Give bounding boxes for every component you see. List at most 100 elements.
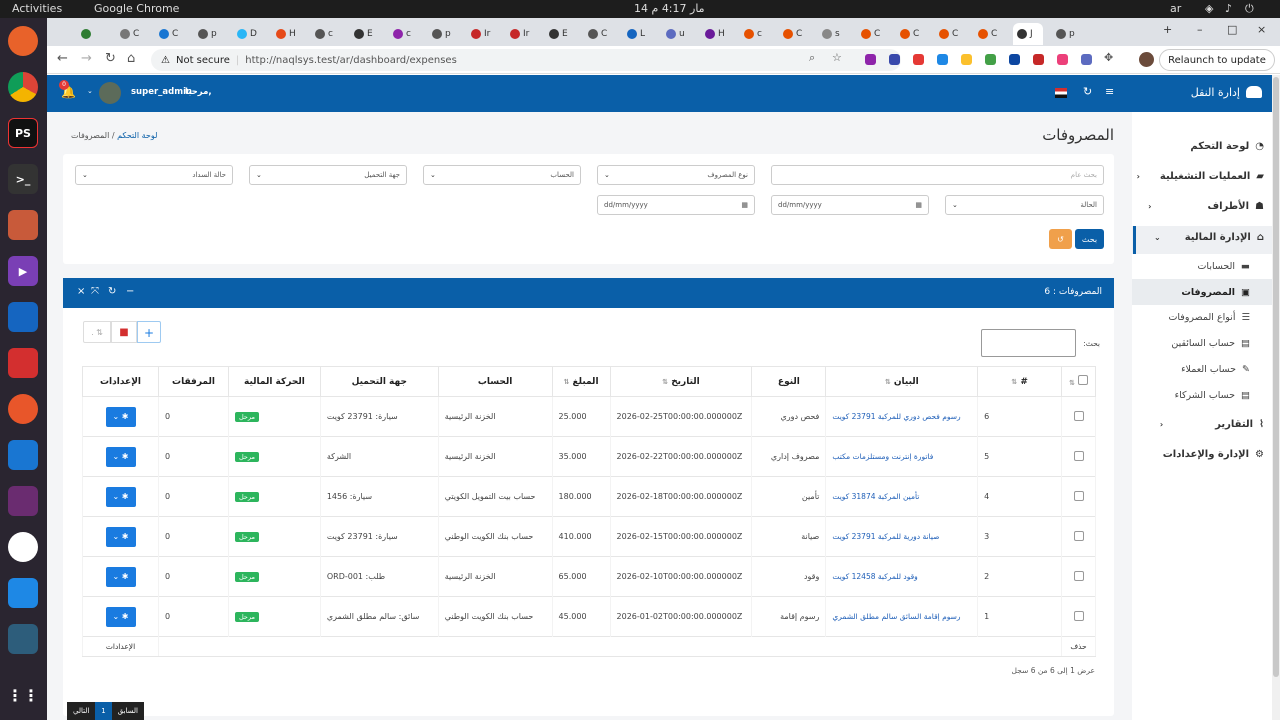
reload-icon[interactable]: ↻ — [105, 51, 116, 66]
browser-tab[interactable]: p — [428, 23, 458, 45]
desc-link[interactable]: رسوم إقامة السائق سالم مطلق الشمري — [832, 612, 960, 621]
wifi-icon[interactable]: ◈ — [1205, 2, 1213, 15]
postman-icon[interactable] — [8, 394, 38, 424]
back-icon[interactable]: ← — [57, 51, 68, 66]
media-icon[interactable]: ▶ — [8, 256, 38, 286]
apps-grid-icon[interactable]: ⋮⋮ — [7, 680, 39, 710]
row-checkbox[interactable] — [1073, 410, 1084, 421]
extension-icon[interactable] — [985, 54, 996, 65]
profile-avatar[interactable] — [1139, 52, 1154, 67]
column-header[interactable]: الإعدادات — [81, 366, 160, 397]
table-row[interactable]: 6 رسوم فحص دوري للمركبة 23791 كويت فحص د… — [81, 396, 1096, 437]
zoom-icon[interactable]: ⌕ — [809, 51, 815, 65]
pager-next[interactable]: التالي — [67, 702, 96, 720]
sidebar-item-admin[interactable]: ⚙ الإدارة والإعدادات — [1163, 449, 1264, 460]
browser-tab[interactable]: C — [155, 23, 185, 45]
reset-button[interactable]: ↺ — [1049, 229, 1072, 249]
new-tab-button[interactable]: + — [1163, 23, 1172, 36]
browser-tab[interactable]: C — [974, 23, 1004, 45]
extensions-puzzle-icon[interactable]: ✥ — [1104, 51, 1113, 64]
browser-tab[interactable]: D — [233, 23, 263, 45]
phpstorm-icon[interactable]: PS — [8, 118, 38, 148]
delete-button[interactable]: ■ — [111, 321, 137, 343]
browser-tab[interactable]: s — [818, 23, 848, 45]
sidebar-sub-drivers-account[interactable]: ▤ حساب السائقين — [1171, 338, 1250, 349]
sidebar-sub-expenses[interactable]: ▣ المصروفات — [1181, 287, 1250, 298]
table-row[interactable]: 1 رسوم إقامة السائق سالم مطلق الشمري رسو… — [81, 596, 1096, 637]
sidebar-sub-accounts[interactable]: ▬ الحسابات — [1197, 261, 1250, 272]
browser-tab[interactable] — [77, 23, 107, 45]
page-scrollbar[interactable] — [1272, 75, 1280, 720]
firefox-icon[interactable] — [8, 26, 38, 56]
browser-tab[interactable]: C — [116, 23, 146, 45]
search-input[interactable]: بحث عام — [771, 165, 1104, 185]
add-button[interactable]: + — [137, 321, 161, 343]
sidebar-item-parties[interactable]: ☗ الأطراف ‹ — [1148, 201, 1264, 212]
refresh-icon[interactable]: ↻ — [1083, 85, 1092, 98]
close-icon[interactable]: × — [77, 286, 85, 297]
browser-tab[interactable]: C — [584, 23, 614, 45]
writer-icon[interactable] — [8, 302, 38, 332]
search-button[interactable]: بحث — [1075, 229, 1104, 249]
column-header[interactable]: المرفقات — [158, 366, 229, 397]
sidebar-sub-customers-account[interactable]: ✎ حساب العملاء — [1181, 364, 1250, 375]
sidebar-item-reports[interactable]: ⌇ التقارير ‹ — [1160, 419, 1264, 430]
date-from-input[interactable]: dd/mm/yyyy ▦ — [597, 195, 755, 215]
browser-tab[interactable]: E — [350, 23, 380, 45]
calendar-icon[interactable]: ▦ — [915, 201, 922, 209]
browser-tab[interactable]: L — [623, 23, 653, 45]
clock[interactable]: 14 مار 4:17 م — [634, 2, 705, 15]
extension-icon[interactable] — [1033, 54, 1044, 65]
browser-tab[interactable]: p — [194, 23, 224, 45]
extension-icon[interactable] — [937, 54, 948, 65]
table-row[interactable]: 2 وقود للمركبة 12458 كويت وقود 2026-02-1… — [81, 556, 1096, 597]
browser-tab[interactable]: c — [740, 23, 770, 45]
browser-tab[interactable]: C — [857, 23, 887, 45]
scrollbar-thumb[interactable] — [1273, 77, 1279, 677]
address-bar[interactable]: ⚠ Not secure | http://naqlsys.test/ar/da… — [151, 49, 901, 71]
column-header[interactable]: جهة التحميل — [319, 366, 439, 397]
url-text[interactable]: http://naqlsys.test/ar/dashboard/expense… — [245, 55, 457, 66]
pager-current[interactable]: 1 — [95, 702, 112, 720]
bookmark-star-icon[interactable]: ☆ — [832, 51, 842, 64]
browser-tab[interactable]: p — [1052, 23, 1082, 45]
files-icon[interactable] — [8, 210, 38, 240]
row-checkbox[interactable] — [1073, 610, 1084, 621]
sidebar-sub-expense-types[interactable]: ☰ أنواع المصروفات — [1168, 312, 1250, 323]
sort-toggle-button[interactable]: ⇅ . — [83, 321, 111, 343]
video-icon[interactable] — [8, 486, 38, 516]
table-row[interactable]: 5 فاتورة إنترنت ومستلزمات مكتب مصروف إدا… — [81, 436, 1096, 477]
row-checkbox[interactable] — [1073, 490, 1084, 501]
row-checkbox[interactable] — [1073, 450, 1084, 461]
row-actions-button[interactable]: ✱ ⌄ — [105, 486, 136, 507]
column-header[interactable]: التاريخ ⇅ — [609, 366, 753, 397]
status-select[interactable]: الحالة ⌄ — [945, 195, 1104, 215]
window-maximize-icon[interactable]: □ — [1227, 23, 1237, 36]
table-row[interactable]: 3 صيانة دورية للمركبة 23791 كويت صيانة 2… — [81, 516, 1096, 557]
browser-tab[interactable]: C — [779, 23, 809, 45]
egypt-flag-icon[interactable] — [1055, 88, 1067, 98]
table-row[interactable]: 4 تأمين المركبة 31874 كويت تأمين 2026-02… — [81, 476, 1096, 517]
breadcrumb-home-link[interactable]: لوحة التحكم — [117, 131, 157, 140]
slack-icon[interactable] — [8, 532, 38, 562]
pager-prev[interactable]: السابق — [111, 702, 145, 720]
column-header[interactable]: الحساب — [437, 366, 553, 397]
column-header[interactable]: الحركة المالية — [227, 366, 321, 397]
sidebar-sub-partners-account[interactable]: ▤ حساب الشركاء — [1175, 390, 1250, 401]
extension-icon[interactable] — [1057, 54, 1068, 65]
desc-link[interactable]: صيانة دورية للمركبة 23791 كويت — [832, 532, 939, 541]
date-to-input[interactable]: dd/mm/yyyy ▦ — [771, 195, 929, 215]
column-header[interactable]: المبلغ ⇅ — [551, 366, 611, 397]
column-header[interactable]: # ⇅ — [977, 366, 1063, 397]
load-party-select[interactable]: جهة التحميل ⌄ — [249, 165, 407, 185]
username[interactable]: super_admin — [131, 87, 192, 97]
extension-icon[interactable] — [889, 54, 900, 65]
row-actions-button[interactable]: ✱ ⌄ — [105, 406, 136, 427]
header-select-all[interactable]: ⇅ — [1061, 366, 1096, 397]
vscode-icon[interactable] — [8, 578, 38, 608]
minimize-icon[interactable]: − — [126, 286, 134, 297]
user-avatar[interactable] — [99, 82, 121, 104]
extension-icon[interactable] — [1009, 54, 1020, 65]
brand-name[interactable]: إدارة النقل — [1191, 86, 1240, 99]
refresh-icon[interactable]: ↻ — [108, 286, 116, 297]
